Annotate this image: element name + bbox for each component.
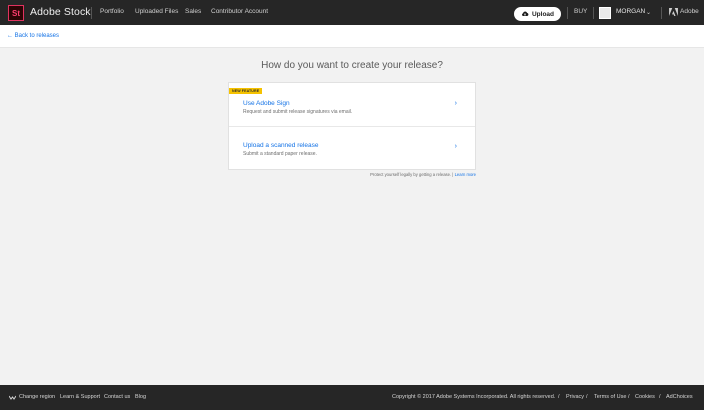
nav-portfolio[interactable]: Portfolio	[100, 8, 124, 15]
footer-cookies[interactable]: Cookies	[635, 394, 655, 400]
avatar[interactable]	[599, 7, 611, 19]
new-feature-badge: NEW FEATURE	[229, 88, 263, 94]
option-subtitle: Submit a standard paper release.	[243, 151, 317, 157]
footer-privacy[interactable]: Privacy	[566, 394, 584, 400]
nav-sales[interactable]: Sales	[185, 8, 201, 15]
back-to-releases-link[interactable]: ← Back to releases	[7, 33, 59, 39]
chevron-right-icon[interactable]: ›	[455, 143, 457, 150]
footer-adchoices[interactable]: AdChoices	[666, 394, 693, 400]
nav-uploaded-files[interactable]: Uploaded Files	[135, 8, 178, 15]
footer-terms[interactable]: Terms of Use	[594, 394, 626, 400]
adobe-stock-logo[interactable]: St	[8, 5, 24, 21]
option-subtitle: Request and submit release signatures vi…	[243, 109, 353, 115]
footer-separator: /	[628, 394, 630, 400]
buy-link[interactable]: BUY	[574, 8, 587, 15]
adobe-link[interactable]: Adobe	[680, 8, 699, 15]
option-title[interactable]: Use Adobe Sign	[243, 100, 290, 107]
divider	[567, 7, 568, 19]
user-name[interactable]: MORGAN	[616, 8, 645, 15]
top-header: St Adobe Stock Portfolio Uploaded Files …	[0, 0, 704, 25]
footer-blog[interactable]: Blog	[135, 394, 146, 400]
release-options-card: NEW FEATURE Use Adobe Sign Request and s…	[228, 82, 476, 170]
upload-button[interactable]: Upload	[514, 7, 561, 21]
footer-learn-support[interactable]: Learn & Support	[60, 394, 100, 400]
protect-note: Protect yourself legally by getting a re…	[228, 172, 476, 177]
chevron-down-icon[interactable]: ⌄	[646, 9, 651, 16]
brand-title[interactable]: Adobe Stock	[30, 6, 91, 18]
footer-separator: /	[558, 394, 560, 400]
divider	[593, 7, 594, 19]
divider	[661, 7, 662, 19]
sub-header: ← Back to releases	[0, 25, 704, 48]
learn-more-link[interactable]: Learn more	[455, 172, 476, 177]
footer-separator: /	[586, 394, 588, 400]
copyright-text: Copyright © 2017 Adobe Systems Incorpora…	[392, 394, 556, 400]
adobe-logo-icon	[669, 8, 678, 16]
divider	[91, 7, 92, 19]
cloud-upload-icon	[521, 11, 529, 16]
nav-contributor-account[interactable]: Contributor Account	[211, 8, 268, 15]
option-title[interactable]: Upload a scanned release	[243, 142, 319, 149]
footer-change-region[interactable]: Change region	[19, 394, 55, 400]
option-adobe-sign[interactable]: NEW FEATURE Use Adobe Sign Request and s…	[229, 83, 475, 127]
page-title: How do you want to create your release?	[261, 60, 443, 71]
option-upload-scanned[interactable]: Upload a scanned release Submit a standa…	[229, 127, 475, 171]
footer-contact-us[interactable]: Contact us	[104, 394, 130, 400]
chevron-right-icon[interactable]: ›	[455, 100, 457, 107]
protect-text: Protect yourself legally by getting a re…	[370, 172, 454, 177]
upload-label: Upload	[531, 10, 555, 18]
footer: Change region Learn & Support Contact us…	[0, 385, 704, 410]
region-icon	[9, 395, 16, 400]
footer-separator: /	[659, 394, 661, 400]
